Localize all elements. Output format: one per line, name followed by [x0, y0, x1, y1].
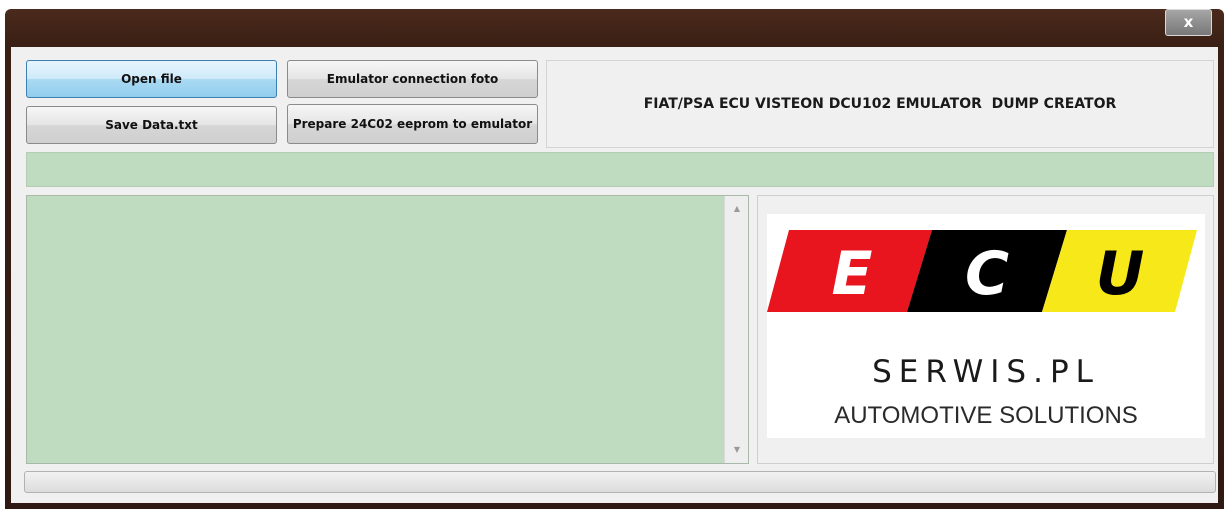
prepare-eeprom-button[interactable]: Prepare 24C02 eeprom to emulator — [287, 104, 538, 144]
logo-tagline: AUTOMOTIVE SOLUTIONS — [834, 402, 1138, 429]
open-file-button[interactable]: Open file — [26, 60, 277, 98]
emulator-connection-foto-button[interactable]: Emulator connection foto — [287, 60, 538, 98]
save-data-button[interactable]: Save Data.txt — [26, 106, 277, 144]
logo-letter-u: U — [1095, 239, 1145, 309]
app-title: FIAT/PSA ECU VISTEON DCU102 EMULATOR DUM… — [546, 60, 1214, 148]
scroll-down-arrow-icon[interactable]: ▼ — [725, 441, 749, 459]
close-button[interactable]: x — [1165, 9, 1212, 36]
progress-bar — [24, 471, 1216, 493]
scroll-up-arrow-icon[interactable]: ▲ — [725, 200, 749, 218]
logo-serwis-text: SERWIS.PL — [872, 354, 1100, 390]
logo-letter-c: C — [964, 239, 1010, 309]
status-panel — [26, 152, 1214, 187]
logo-letter-e: E — [831, 239, 873, 309]
ecu-serwis-logo: E C U SERWIS.PL AUTOMOTIVE SOLUTIONS — [767, 214, 1205, 438]
data-memo[interactable] — [26, 195, 749, 464]
memo-scrollbar[interactable]: ▲ ▼ — [724, 196, 748, 463]
